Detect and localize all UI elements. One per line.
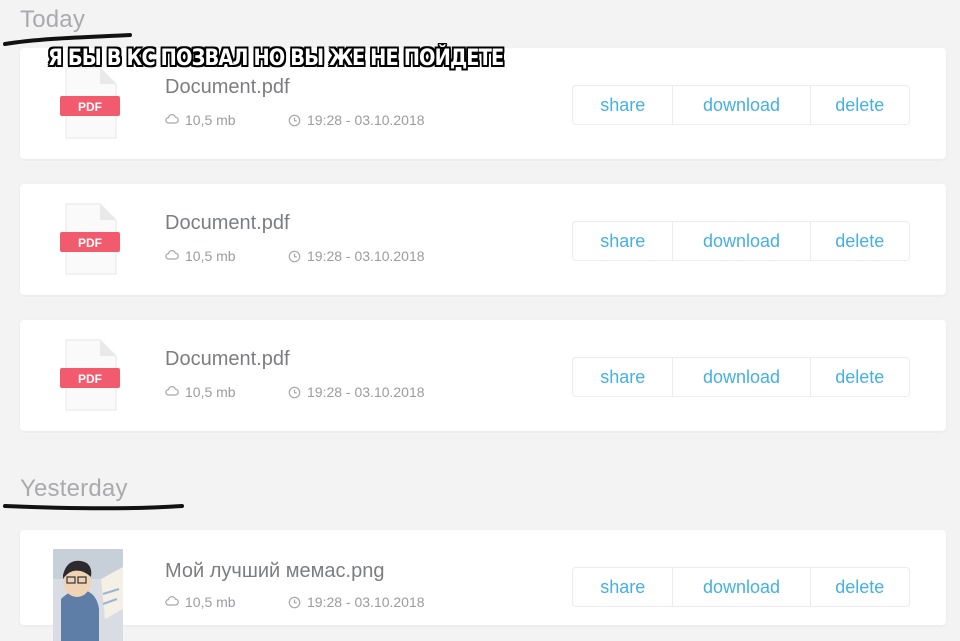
file-actions: share download delete bbox=[572, 357, 910, 397]
pdf-badge-label: PDF bbox=[78, 100, 102, 114]
file-size-label: 10,5 mb bbox=[185, 248, 236, 264]
cloud-icon bbox=[165, 386, 179, 396]
pdf-badge-label: PDF bbox=[78, 236, 102, 250]
share-button[interactable]: share bbox=[573, 358, 672, 396]
file-size-label: 10,5 mb bbox=[185, 594, 236, 610]
download-button[interactable]: download bbox=[672, 222, 809, 260]
file-time: 19:28 - 03.10.2018 bbox=[288, 594, 425, 610]
pdf-file-icon: PDF bbox=[60, 339, 120, 411]
cloud-icon bbox=[165, 250, 179, 260]
pdf-file-icon: PDF bbox=[60, 67, 120, 139]
share-button[interactable]: share bbox=[573, 568, 672, 606]
clock-icon bbox=[288, 250, 301, 262]
delete-button[interactable]: delete bbox=[809, 86, 909, 124]
clock-icon bbox=[288, 386, 301, 398]
file-card[interactable]: PDF Document.pdf 10,5 mb 19:28 - 03.10.2… bbox=[20, 184, 946, 295]
file-name[interactable]: Document.pdf bbox=[165, 348, 290, 371]
file-time-label: 19:28 - 03.10.2018 bbox=[307, 112, 425, 128]
cloud-icon bbox=[165, 596, 179, 606]
delete-button[interactable]: delete bbox=[809, 222, 909, 260]
pdf-file-icon: PDF bbox=[60, 203, 120, 275]
download-button[interactable]: download bbox=[672, 86, 809, 124]
image-thumbnail bbox=[53, 549, 123, 641]
file-actions: share download delete bbox=[572, 221, 910, 261]
meme-caption: Я БЫ В КС ПОЗВАЛ НО ВЫ ЖЕ НЕ ПОЙДЕТЕ bbox=[48, 46, 504, 71]
delete-button[interactable]: delete bbox=[809, 358, 909, 396]
file-name[interactable]: Document.pdf bbox=[165, 212, 290, 235]
download-button[interactable]: download bbox=[672, 568, 809, 606]
file-time-label: 19:28 - 03.10.2018 bbox=[307, 384, 425, 400]
file-card[interactable]: PDF Document.pdf 10,5 mb 19:28 - 03.10.2… bbox=[20, 320, 946, 431]
file-time: 19:28 - 03.10.2018 bbox=[288, 384, 425, 400]
section-title-today: Today bbox=[20, 6, 86, 33]
file-time-label: 19:28 - 03.10.2018 bbox=[307, 594, 425, 610]
pdf-badge-label: PDF bbox=[78, 372, 102, 386]
share-button[interactable]: share bbox=[573, 222, 672, 260]
cloud-icon bbox=[165, 114, 179, 124]
file-size-label: 10,5 mb bbox=[185, 384, 236, 400]
clock-icon bbox=[288, 596, 301, 608]
file-size: 10,5 mb bbox=[165, 112, 236, 128]
delete-button[interactable]: delete bbox=[809, 568, 909, 606]
file-name[interactable]: Document.pdf bbox=[165, 76, 290, 99]
file-size: 10,5 mb bbox=[165, 594, 236, 610]
download-button[interactable]: download bbox=[672, 358, 809, 396]
file-name[interactable]: Мой лучший мемас.png bbox=[165, 560, 384, 583]
file-time-label: 19:28 - 03.10.2018 bbox=[307, 248, 425, 264]
file-size: 10,5 mb bbox=[165, 248, 236, 264]
file-actions: share download delete bbox=[572, 85, 910, 125]
file-size: 10,5 mb bbox=[165, 384, 236, 400]
file-time: 19:28 - 03.10.2018 bbox=[288, 112, 425, 128]
share-button[interactable]: share bbox=[573, 86, 672, 124]
clock-icon bbox=[288, 114, 301, 126]
file-actions: share download delete bbox=[572, 567, 910, 607]
file-size-label: 10,5 mb bbox=[185, 112, 236, 128]
section-title-yesterday: Yesterday bbox=[20, 475, 128, 502]
file-time: 19:28 - 03.10.2018 bbox=[288, 248, 425, 264]
